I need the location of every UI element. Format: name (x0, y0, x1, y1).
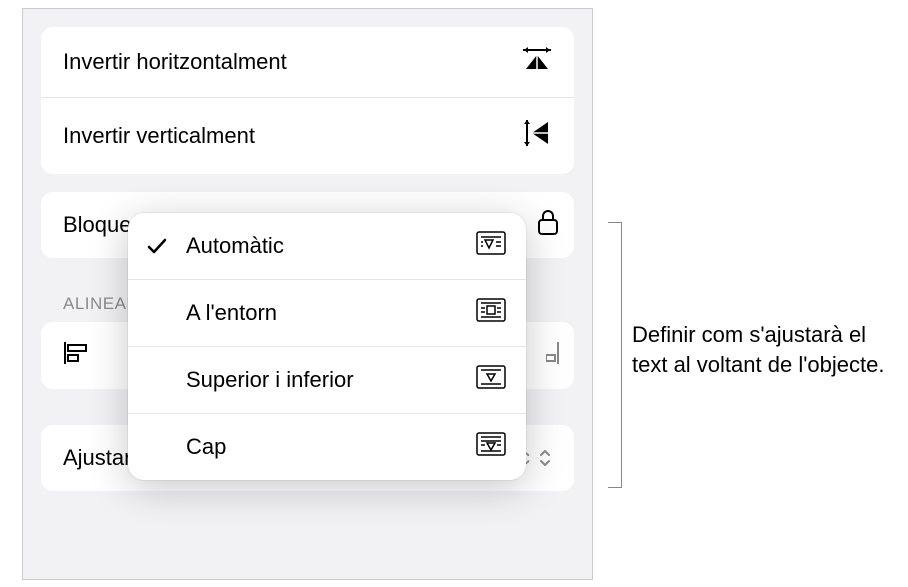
wrap-above-below-icon (476, 365, 506, 395)
menu-item-automatic[interactable]: Automàtic (128, 213, 526, 279)
menu-item-above-below[interactable]: Superior i inferior (128, 346, 526, 413)
lock-label: Bloque (63, 212, 132, 238)
flip-horizontal-row[interactable]: Invertir horitzontalment (41, 27, 574, 97)
callout-bracket (608, 222, 622, 488)
wrap-auto-icon (476, 231, 506, 261)
callout-text: Definir com s'ajustarà el text al voltan… (632, 320, 892, 379)
align-left-icon (63, 340, 91, 371)
align-right-partial-icon (546, 340, 560, 371)
flip-section: Invertir horitzontalment Invertir vertic… (41, 27, 574, 174)
menu-item-around[interactable]: A l'entorn (128, 279, 526, 346)
menu-item-label: A l'entorn (186, 300, 476, 326)
flip-vertical-row[interactable]: Invertir verticalment (41, 97, 574, 174)
up-down-chevron-icon (538, 449, 552, 467)
flip-vertical-label: Invertir verticalment (63, 123, 255, 149)
flip-horizontal-icon (522, 47, 552, 77)
check-icon (146, 235, 186, 257)
wrap-text-menu: Automàtic A l'entorn (128, 213, 526, 480)
wrap-none-icon (476, 432, 506, 462)
menu-item-label: Automàtic (186, 233, 476, 259)
menu-item-label: Superior i inferior (186, 367, 476, 393)
flip-horizontal-label: Invertir horitzontalment (63, 49, 287, 75)
wrap-around-icon (476, 298, 506, 328)
menu-item-none[interactable]: Cap (128, 413, 526, 480)
flip-vertical-icon (524, 118, 552, 154)
menu-item-label: Cap (186, 434, 476, 460)
lock-icon (536, 208, 560, 242)
